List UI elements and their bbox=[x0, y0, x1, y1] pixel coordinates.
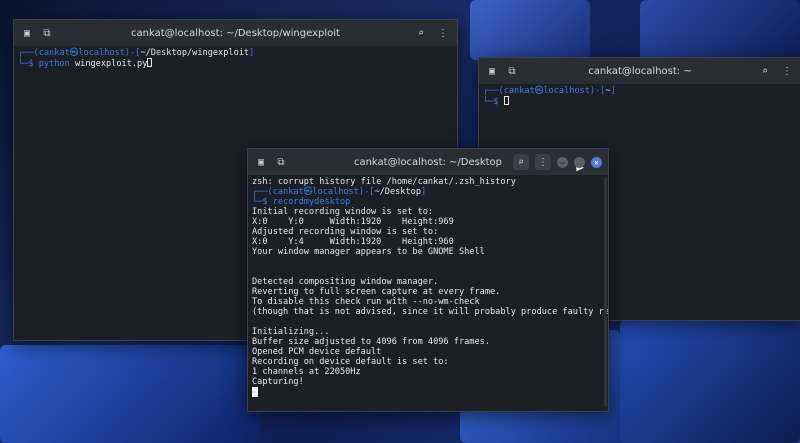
scrollbar[interactable] bbox=[604, 177, 607, 407]
search-icon[interactable]: ⌕ bbox=[757, 63, 773, 79]
output-line: Opened PCM device default bbox=[252, 347, 382, 357]
prompt-end: ] bbox=[610, 86, 616, 96]
terminal-output[interactable]: ┌──(cankat㉿localhost)-[~] └─$ bbox=[479, 84, 800, 109]
window-title: cankat@localhost: ~/Desktop/wingexploit bbox=[131, 27, 340, 39]
cursor bbox=[503, 96, 509, 105]
terminal-output[interactable]: zsh: corrupt history file /home/cankat/.… bbox=[248, 175, 608, 400]
prompt-path: ~/Desktop bbox=[374, 187, 422, 197]
cursor bbox=[252, 387, 258, 397]
output-line: zsh: corrupt history file /home/cankat/.… bbox=[252, 177, 516, 187]
prompt-corner2: └─ bbox=[483, 97, 494, 107]
titlebar[interactable]: ▣ ⧉ cankat@localhost: ~/Desktop ⌕ ⋮ – ✕ bbox=[248, 149, 608, 175]
titlebar[interactable]: ▣ ⧉ cankat@localhost: ~/Desktop/wingexpl… bbox=[14, 20, 457, 46]
terminal-output[interactable]: ┌──(cankat㉿localhost)-[~/Desktop/wingexp… bbox=[14, 46, 457, 71]
output-line: To disable this check run with --no-wm-c… bbox=[252, 297, 480, 307]
close-icon[interactable]: ✕ bbox=[591, 156, 602, 168]
output-line: X:0 Y:0 Width:1920 Height:969 bbox=[252, 217, 454, 227]
menu-dots-icon[interactable]: ⋮ bbox=[435, 25, 451, 41]
minimize-icon[interactable]: – bbox=[557, 156, 568, 168]
terminal-icon[interactable]: ▣ bbox=[254, 155, 268, 169]
prompt-sep: )-[ bbox=[124, 48, 141, 58]
split-view-icon[interactable]: ⧉ bbox=[40, 26, 54, 40]
output-line: 1 channels at 22050Hz bbox=[252, 367, 361, 377]
wallpaper-block bbox=[640, 0, 800, 60]
prompt-corner: ┌──( bbox=[252, 187, 273, 197]
terminal-window-desktop[interactable]: ▣ ⧉ cankat@localhost: ~/Desktop ⌕ ⋮ – ✕ … bbox=[247, 148, 609, 412]
window-title: cankat@localhost: ~ bbox=[588, 65, 692, 77]
prompt-symbol: $ bbox=[493, 97, 499, 107]
output-line: Recording on device default is set to: bbox=[252, 357, 449, 367]
output-line: Initial recording window is set to: bbox=[252, 207, 434, 217]
menu-dots-icon[interactable]: ⋮ bbox=[535, 154, 551, 170]
output-line: Buffer size adjusted to 4096 from 4096 f… bbox=[252, 337, 490, 347]
split-view-icon[interactable]: ⧉ bbox=[274, 155, 288, 169]
prompt-corner2: └─ bbox=[18, 59, 29, 69]
output-line: Adjusted recording window is set to: bbox=[252, 227, 439, 237]
prompt-symbol: $ bbox=[28, 59, 34, 69]
prompt-user: cankat㉿localhost bbox=[503, 86, 590, 96]
menu-dots-icon[interactable]: ⋮ bbox=[779, 63, 795, 79]
search-icon[interactable]: ⌕ bbox=[513, 154, 529, 170]
output-line: Capturing! bbox=[252, 377, 304, 387]
output-line: Your window manager appears to be GNOME … bbox=[252, 247, 485, 257]
terminal-icon[interactable]: ▣ bbox=[20, 26, 34, 40]
split-view-icon[interactable]: ⧉ bbox=[505, 64, 519, 78]
maximize-icon[interactable] bbox=[574, 156, 585, 168]
prompt-corner: ┌──( bbox=[483, 86, 504, 96]
prompt-corner: ┌──( bbox=[18, 48, 39, 58]
wallpaper-block bbox=[620, 320, 800, 443]
command: recordmydesktop bbox=[272, 197, 351, 207]
prompt-path: ~/Desktop/wingexploit bbox=[140, 48, 250, 58]
prompt-end: ] bbox=[421, 187, 427, 197]
titlebar[interactable]: ▣ ⧉ cankat@localhost: ~ ⌕ ⋮ bbox=[479, 58, 800, 84]
wallpaper-block bbox=[0, 345, 260, 443]
output-line: (though that is not advised, since it wi… bbox=[252, 307, 608, 317]
output-line: Initializing... bbox=[252, 327, 330, 337]
prompt-sep: )-[ bbox=[589, 86, 606, 96]
prompt-user: cankat㉿localhost bbox=[272, 187, 359, 197]
cursor bbox=[147, 58, 153, 67]
search-icon[interactable]: ⌕ bbox=[413, 25, 429, 41]
prompt-symbol: $ bbox=[262, 197, 268, 207]
output-block: Initial recording window is set to: X:0 … bbox=[252, 207, 608, 387]
prompt-user: cankat㉿localhost bbox=[38, 48, 125, 58]
wallpaper-block bbox=[470, 0, 590, 60]
command-arg: wingexploit.py bbox=[74, 59, 148, 69]
terminal-icon[interactable]: ▣ bbox=[485, 64, 499, 78]
prompt-end: ] bbox=[249, 48, 255, 58]
command: python bbox=[38, 59, 70, 69]
prompt-sep: )-[ bbox=[358, 187, 375, 197]
output-line: Detected compositing window manager. bbox=[252, 277, 439, 287]
output-line: X:0 Y:4 Width:1920 Height:960 bbox=[252, 237, 454, 247]
output-line: Reverting to full screen capture at ever… bbox=[252, 287, 501, 297]
prompt-corner2: └─ bbox=[252, 197, 263, 207]
